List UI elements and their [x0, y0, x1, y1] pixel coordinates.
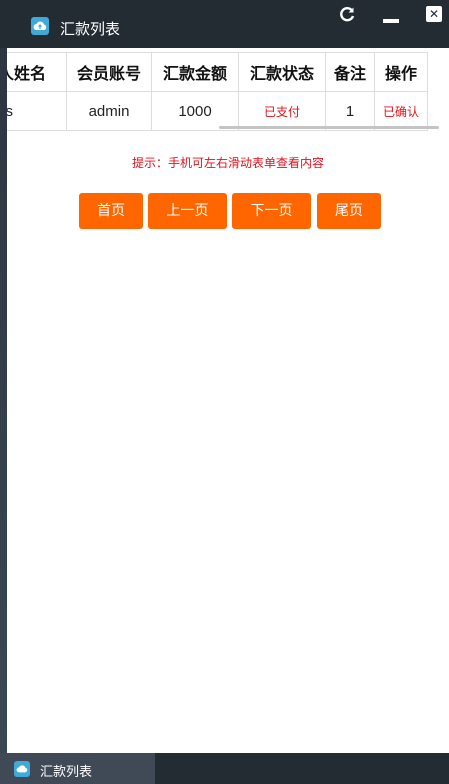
cell-account: admin	[66, 91, 152, 131]
horizontal-scrollbar[interactable]	[219, 126, 439, 129]
header-action: 操作	[374, 52, 429, 92]
window-titlebar: 汇款列表 ✕	[0, 0, 449, 48]
taskbar-item[interactable]: 汇款列表	[0, 753, 155, 784]
taskbar: 汇款列表	[0, 753, 449, 784]
header-account: 会员账号	[66, 52, 152, 92]
remittance-table: 人姓名 会员账号 汇款金额 汇款状态 备注 操作 cs admin 1000 已…	[7, 52, 429, 131]
window-side-strip	[0, 48, 7, 753]
window-title: 汇款列表	[60, 20, 121, 38]
scroll-hint: 提示：手机可左右滑动表单查看内容	[131, 156, 324, 170]
first-page-button[interactable]: 首页	[79, 193, 143, 229]
last-page-button[interactable]: 尾页	[317, 193, 381, 229]
main-content: 人姓名 会员账号 汇款金额 汇款状态 备注 操作 cs admin 1000 已…	[7, 48, 449, 753]
cell-remark: 1	[324, 91, 376, 131]
taskbar-item-label: 汇款列表	[40, 765, 93, 780]
table-row: cs admin 1000 已支付 1 已确认	[7, 91, 429, 131]
prev-page-button[interactable]: 上一页	[148, 193, 227, 229]
cell-name: cs	[7, 91, 67, 131]
pagination: 首页 上一页 下一页 尾页	[7, 193, 449, 229]
minimize-icon[interactable]	[380, 4, 402, 26]
refresh-icon[interactable]	[336, 4, 358, 26]
cell-status: 已支付	[238, 91, 326, 131]
cell-amount: 1000	[151, 91, 239, 131]
cloud-icon	[14, 761, 30, 777]
header-amount: 汇款金额	[151, 52, 239, 92]
table-scroll-container[interactable]: 人姓名 会员账号 汇款金额 汇款状态 备注 操作 cs admin 1000 已…	[7, 52, 449, 131]
close-icon[interactable]: ✕	[426, 6, 442, 22]
header-remark: 备注	[324, 52, 376, 92]
table-header-row: 人姓名 会员账号 汇款金额 汇款状态 备注 操作	[7, 52, 429, 92]
cloud-icon	[31, 17, 49, 35]
header-status: 汇款状态	[238, 52, 326, 92]
confirm-action-link[interactable]: 已确认	[374, 91, 429, 131]
header-name: 人姓名	[7, 52, 67, 92]
next-page-button[interactable]: 下一页	[232, 193, 311, 229]
